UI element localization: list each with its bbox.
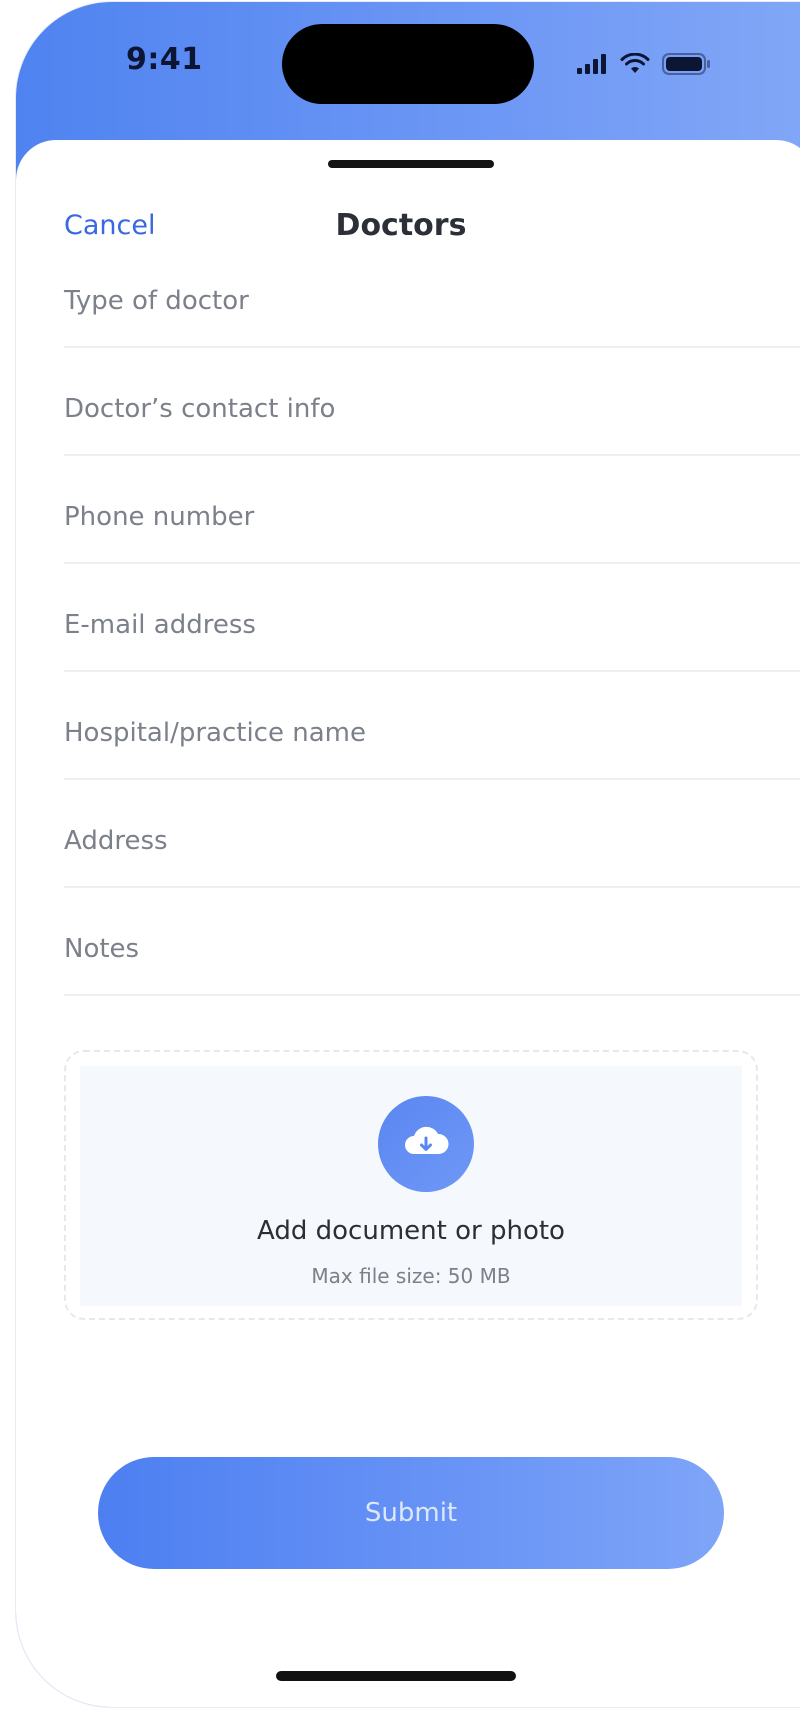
upload-icon-circle[interactable] bbox=[378, 1096, 474, 1192]
doctors-sheet: Cancel Doctors Type of doctor Doctor’s c… bbox=[16, 140, 800, 1707]
submit-button[interactable]: Submit bbox=[98, 1457, 724, 1569]
phone-number-placeholder: Phone number bbox=[64, 502, 255, 532]
upload-dropzone[interactable]: Add document or photo Max file size: 50 … bbox=[64, 1050, 758, 1320]
doctor-form: Type of doctor Doctor’s contact info Pho… bbox=[64, 240, 800, 996]
email-placeholder: E-mail address bbox=[64, 610, 256, 640]
doctor-type-placeholder: Type of doctor bbox=[64, 286, 249, 316]
doctor-contact-placeholder: Doctor’s contact info bbox=[64, 394, 336, 424]
cloud-download-icon bbox=[405, 1126, 449, 1154]
dynamic-island bbox=[282, 24, 534, 104]
hospital-name-placeholder: Hospital/practice name bbox=[64, 718, 366, 748]
status-icons bbox=[576, 52, 712, 76]
address-placeholder: Address bbox=[64, 826, 168, 856]
address-field[interactable]: Address bbox=[64, 780, 800, 888]
doctor-type-field[interactable]: Type of doctor bbox=[64, 240, 800, 348]
status-bar: 9:41 bbox=[16, 2, 800, 132]
upload-area[interactable]: Add document or photo Max file size: 50 … bbox=[80, 1066, 742, 1306]
notes-placeholder: Notes bbox=[64, 934, 140, 964]
battery-icon bbox=[662, 53, 710, 75]
phone-number-field[interactable]: Phone number bbox=[64, 456, 800, 564]
doctor-contact-field[interactable]: Doctor’s contact info bbox=[64, 348, 800, 456]
sheet-grabber[interactable] bbox=[328, 160, 494, 168]
status-time: 9:41 bbox=[126, 42, 203, 77]
upload-label: Add document or photo bbox=[257, 1216, 565, 1246]
submit-label: Submit bbox=[364, 1498, 458, 1528]
wifi-icon bbox=[620, 53, 650, 73]
email-field[interactable]: E-mail address bbox=[64, 564, 800, 672]
hospital-name-field[interactable]: Hospital/practice name bbox=[64, 672, 800, 780]
phone-frame: 9:41 Cancel Doctors Type of doctor Docto… bbox=[16, 2, 800, 1707]
page-title: Doctors bbox=[16, 208, 800, 243]
notes-field[interactable]: Notes bbox=[64, 888, 800, 996]
home-indicator bbox=[276, 1671, 516, 1681]
page-title-text: Doctors bbox=[335, 208, 467, 243]
upload-max-size: Max file size: 50 MB bbox=[311, 1264, 511, 1288]
cellular-signal-icon bbox=[577, 54, 606, 74]
